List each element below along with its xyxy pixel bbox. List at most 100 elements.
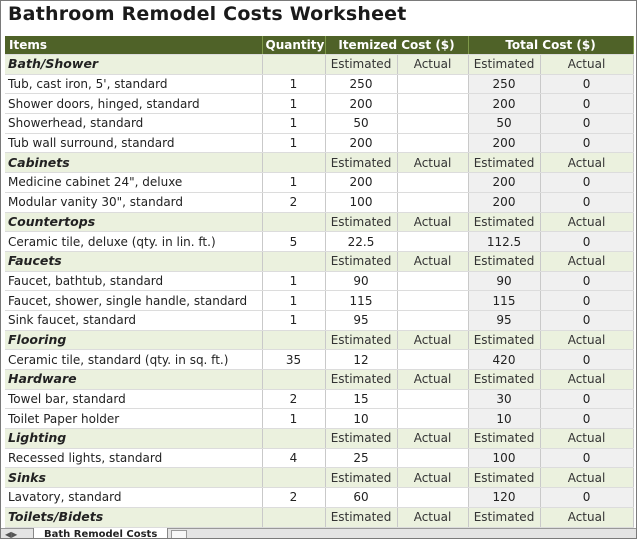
category-quantity-cell[interactable]	[262, 212, 326, 233]
total-actual-label[interactable]: Actual	[540, 330, 634, 351]
item-name-cell[interactable]: Faucet, bathtub, standard	[5, 271, 263, 292]
tab-scroll-icon[interactable]: ◀▶	[5, 530, 17, 538]
itemized-actual-cell[interactable]	[397, 271, 469, 292]
total-actual-cell[interactable]: 0	[540, 74, 634, 95]
itemized-estimated-label[interactable]: Estimated	[325, 330, 398, 351]
quantity-cell[interactable]: 1	[262, 271, 326, 292]
quantity-cell[interactable]: 1	[262, 113, 326, 134]
total-actual-label[interactable]: Actual	[540, 152, 634, 174]
itemized-estimated-cell[interactable]: 22.5	[325, 231, 398, 252]
total-actual-label[interactable]: Actual	[540, 507, 634, 528]
total-actual-cell[interactable]: 0	[540, 389, 634, 410]
new-sheet-icon[interactable]	[171, 530, 187, 538]
itemized-actual-cell[interactable]	[397, 487, 469, 508]
itemized-estimated-cell[interactable]: 200	[325, 93, 398, 115]
total-estimated-cell[interactable]: 200	[468, 93, 541, 115]
total-estimated-label[interactable]: Estimated	[468, 507, 541, 528]
item-name-cell[interactable]: Shower doors, hinged, standard	[5, 93, 263, 115]
category-quantity-cell[interactable]	[262, 467, 326, 489]
item-name-cell[interactable]: Ceramic tile, deluxe (qty. in lin. ft.)	[5, 231, 263, 252]
quantity-cell[interactable]: 1	[262, 74, 326, 95]
quantity-cell[interactable]: 1	[262, 310, 326, 331]
total-estimated-cell[interactable]: 115	[468, 290, 541, 311]
category-name[interactable]: Countertops	[5, 212, 263, 233]
total-actual-cell[interactable]: 0	[540, 113, 634, 134]
total-actual-label[interactable]: Actual	[540, 54, 634, 75]
category-name[interactable]: Faucets	[5, 251, 263, 272]
item-name-cell[interactable]: Recessed lights, standard	[5, 448, 263, 469]
quantity-cell[interactable]: 5	[262, 231, 326, 252]
itemized-estimated-cell[interactable]: 200	[325, 133, 398, 154]
total-estimated-label[interactable]: Estimated	[468, 330, 541, 351]
itemized-actual-label[interactable]: Actual	[397, 330, 469, 351]
category-name[interactable]: Lighting	[5, 428, 263, 449]
quantity-cell[interactable]: 35	[262, 349, 326, 370]
item-name-cell[interactable]: Faucet, shower, single handle, standard	[5, 290, 263, 311]
category-quantity-cell[interactable]	[262, 507, 326, 528]
itemized-actual-cell[interactable]	[397, 310, 469, 331]
total-estimated-label[interactable]: Estimated	[468, 251, 541, 272]
quantity-cell[interactable]: 4	[262, 448, 326, 469]
total-estimated-cell[interactable]: 420	[468, 349, 541, 370]
quantity-cell[interactable]: 1	[262, 172, 326, 193]
total-actual-cell[interactable]: 0	[540, 271, 634, 292]
itemized-estimated-label[interactable]: Estimated	[325, 507, 398, 528]
itemized-estimated-cell[interactable]: 90	[325, 271, 398, 292]
total-estimated-cell[interactable]: 112.5	[468, 231, 541, 252]
category-quantity-cell[interactable]	[262, 152, 326, 174]
total-estimated-cell[interactable]: 10	[468, 408, 541, 430]
item-name-cell[interactable]: Lavatory, standard	[5, 487, 263, 508]
header-total-cost[interactable]: Total Cost ($)	[468, 36, 634, 55]
itemized-actual-cell[interactable]	[397, 389, 469, 410]
itemized-actual-cell[interactable]	[397, 113, 469, 134]
item-name-cell[interactable]: Toilet Paper holder	[5, 408, 263, 430]
total-estimated-label[interactable]: Estimated	[468, 152, 541, 174]
item-name-cell[interactable]: Towel bar, standard	[5, 389, 263, 410]
item-name-cell[interactable]: Modular vanity 30", standard	[5, 192, 263, 213]
total-estimated-label[interactable]: Estimated	[468, 54, 541, 75]
category-name[interactable]: Bath/Shower	[5, 54, 263, 75]
total-estimated-cell[interactable]: 100	[468, 448, 541, 469]
itemized-estimated-cell[interactable]: 115	[325, 290, 398, 311]
category-name[interactable]: Toilets/Bidets	[5, 507, 263, 528]
category-name[interactable]: Sinks	[5, 467, 263, 489]
itemized-actual-cell[interactable]	[397, 448, 469, 469]
item-name-cell[interactable]: Ceramic tile, standard (qty. in sq. ft.)	[5, 349, 263, 370]
total-estimated-cell[interactable]: 120	[468, 487, 541, 508]
itemized-estimated-label[interactable]: Estimated	[325, 54, 398, 75]
category-name[interactable]: Flooring	[5, 330, 263, 351]
total-actual-label[interactable]: Actual	[540, 212, 634, 233]
total-actual-cell[interactable]: 0	[540, 408, 634, 430]
sheet-tab-bath-remodel[interactable]: Bath Remodel Costs	[33, 528, 169, 538]
total-actual-label[interactable]: Actual	[540, 467, 634, 489]
header-quantity[interactable]: Quantity	[262, 36, 326, 55]
quantity-cell[interactable]: 2	[262, 389, 326, 410]
total-actual-cell[interactable]: 0	[540, 290, 634, 311]
itemized-actual-label[interactable]: Actual	[397, 428, 469, 449]
itemized-estimated-label[interactable]: Estimated	[325, 428, 398, 449]
total-actual-cell[interactable]: 0	[540, 487, 634, 508]
total-estimated-cell[interactable]: 250	[468, 74, 541, 95]
itemized-actual-cell[interactable]	[397, 93, 469, 115]
total-estimated-cell[interactable]: 90	[468, 271, 541, 292]
header-itemized-cost[interactable]: Itemized Cost ($)	[325, 36, 469, 55]
total-estimated-label[interactable]: Estimated	[468, 428, 541, 449]
total-estimated-cell[interactable]: 200	[468, 192, 541, 213]
itemized-estimated-cell[interactable]: 10	[325, 408, 398, 430]
total-estimated-cell[interactable]: 200	[468, 172, 541, 193]
item-name-cell[interactable]: Showerhead, standard	[5, 113, 263, 134]
category-quantity-cell[interactable]	[262, 54, 326, 75]
itemized-actual-label[interactable]: Actual	[397, 251, 469, 272]
total-actual-cell[interactable]: 0	[540, 349, 634, 370]
total-estimated-label[interactable]: Estimated	[468, 369, 541, 390]
itemized-estimated-label[interactable]: Estimated	[325, 467, 398, 489]
item-name-cell[interactable]: Medicine cabinet 24", deluxe	[5, 172, 263, 193]
total-actual-cell[interactable]: 0	[540, 231, 634, 252]
total-actual-cell[interactable]: 0	[540, 133, 634, 154]
total-estimated-label[interactable]: Estimated	[468, 212, 541, 233]
total-estimated-cell[interactable]: 200	[468, 133, 541, 154]
header-items[interactable]: Items	[5, 36, 263, 55]
category-quantity-cell[interactable]	[262, 251, 326, 272]
itemized-estimated-label[interactable]: Estimated	[325, 212, 398, 233]
itemized-estimated-label[interactable]: Estimated	[325, 369, 398, 390]
